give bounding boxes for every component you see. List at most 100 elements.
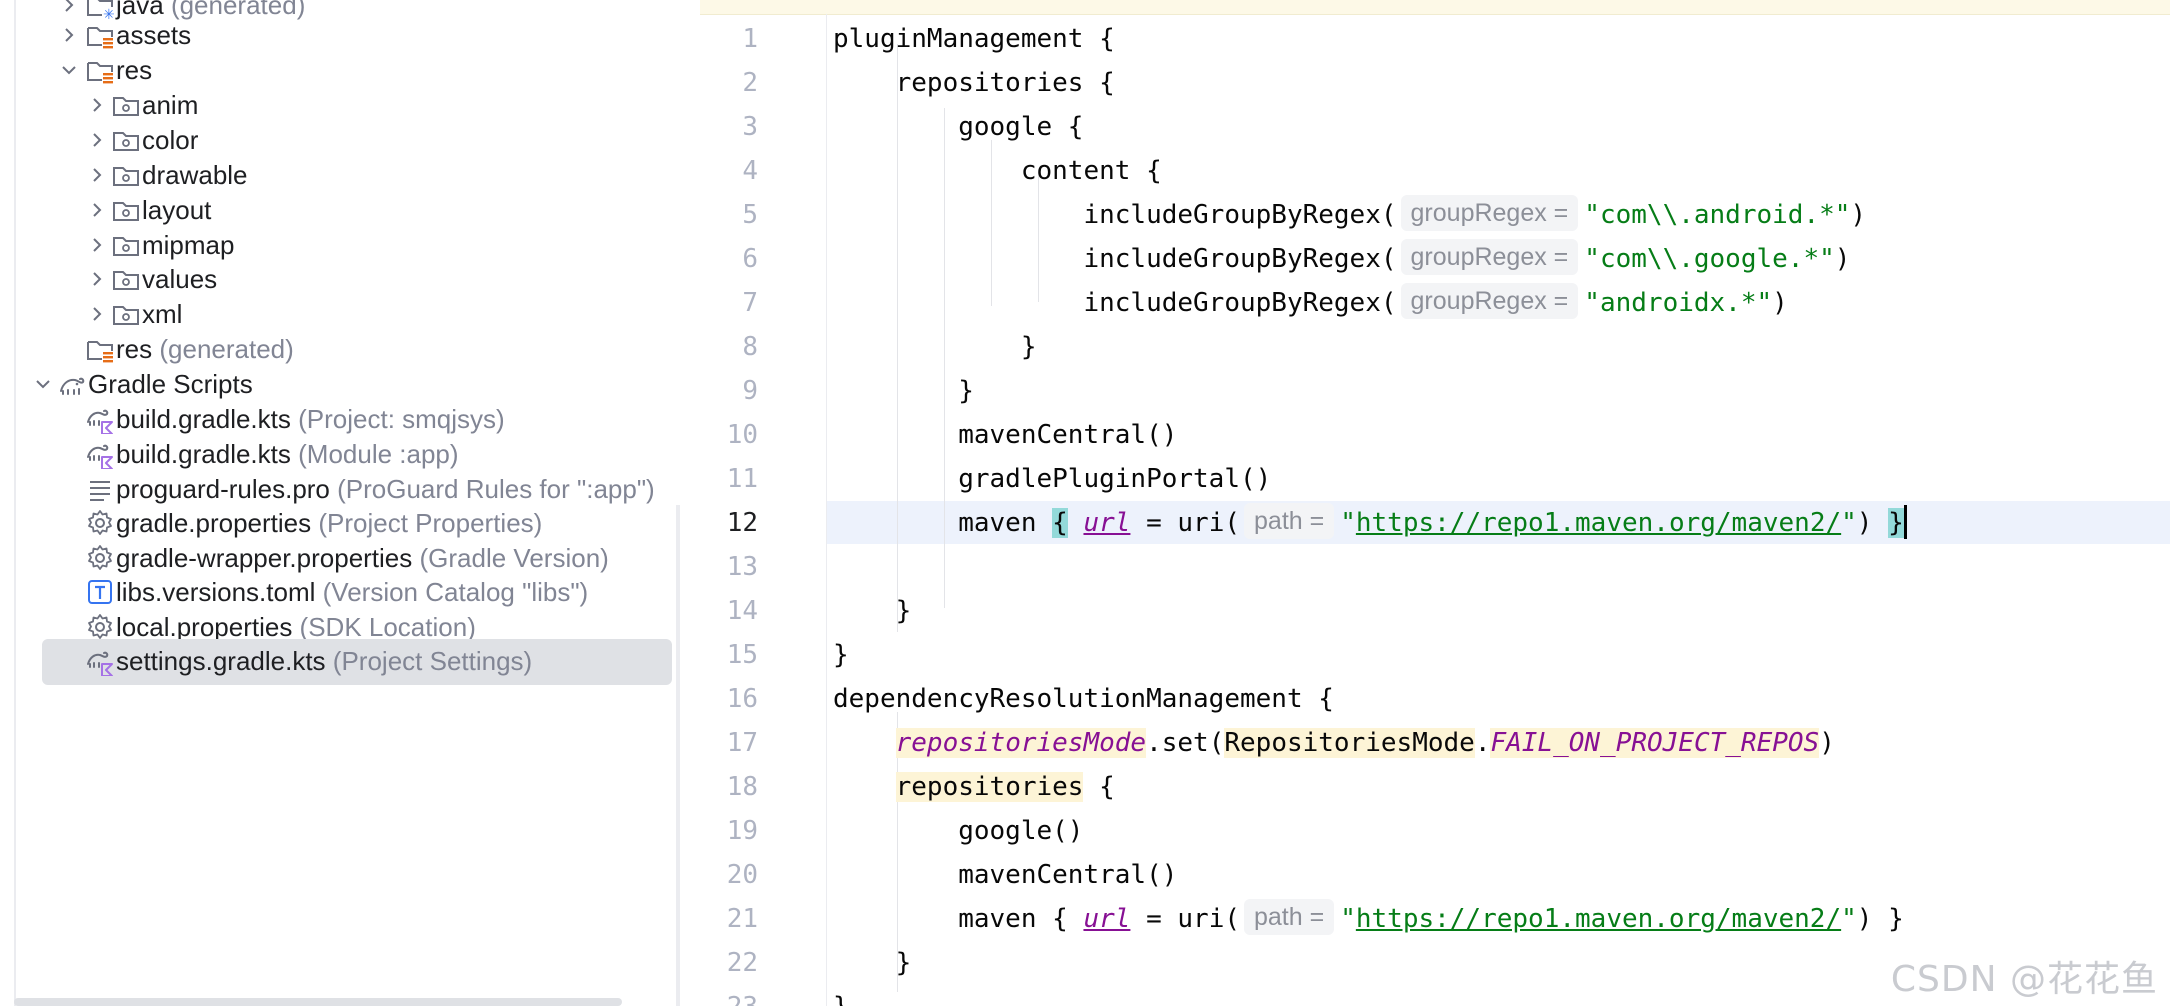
parameter-hint[interactable]: path =: [1244, 503, 1335, 539]
gradle-kts-icon: [84, 403, 116, 435]
folder-resources-icon: [84, 54, 116, 86]
tree-item-res[interactable]: res: [0, 50, 676, 90]
code-token: }: [833, 596, 912, 626]
parameter-hint[interactable]: groupRegex =: [1400, 239, 1579, 275]
tree-item-build-gradle-kts[interactable]: build.gradle.kts (Module :app): [0, 434, 676, 474]
tree-item-hint: (SDK Location): [299, 611, 476, 642]
code-token: ): [1772, 288, 1788, 318]
code-text[interactable]: mavenCentral(): [833, 413, 1177, 457]
parameter-hint[interactable]: path =: [1244, 899, 1335, 935]
gear-icon: [84, 542, 116, 574]
tree-item-color[interactable]: color: [0, 120, 676, 160]
chevron-down-icon[interactable]: [32, 373, 54, 395]
matched-brace: {: [1052, 508, 1068, 538]
tree-item-label: layout: [142, 195, 211, 226]
function-reference[interactable]: repositories: [895, 772, 1084, 802]
tree-item-name: gradle.properties: [116, 507, 312, 538]
parameter-hint[interactable]: groupRegex =: [1400, 283, 1579, 319]
line-number: 6: [742, 244, 758, 274]
code-text[interactable]: }: [833, 985, 849, 1006]
line-number: 19: [726, 816, 758, 846]
tree-item-name: libs.versions.toml: [116, 576, 316, 607]
chevron-right-icon[interactable]: [86, 303, 108, 325]
code-text[interactable]: mavenCentral(): [833, 853, 1177, 897]
chevron-right-icon[interactable]: [86, 94, 108, 116]
line-number: 11: [726, 464, 758, 494]
code-text[interactable]: }: [833, 369, 974, 413]
code-text[interactable]: }: [833, 633, 849, 677]
tree-item-gradle-scripts[interactable]: Gradle Scripts: [0, 364, 676, 404]
tree-item-res[interactable]: res (generated): [0, 329, 676, 369]
property-reference[interactable]: repositoriesMode: [895, 728, 1147, 758]
code-text[interactable]: maven { url = uri(path = "https://repo1.m…: [833, 501, 1907, 545]
parameter-hint[interactable]: groupRegex =: [1400, 195, 1579, 231]
class-reference[interactable]: RepositoriesMode: [1224, 728, 1475, 758]
chevron-right-icon[interactable]: [58, 24, 80, 46]
tree-horizontal-scrollbar[interactable]: [14, 998, 622, 1006]
string-literal: "com\\.google.*": [1584, 244, 1835, 274]
tree-item-build-gradle-kts[interactable]: build.gradle.kts (Project: smqjsys): [0, 399, 676, 439]
tree-item-values[interactable]: values: [0, 259, 676, 299]
tree-item-libs-versions-toml[interactable]: libs.versions.toml (Version Catalog "lib…: [0, 572, 676, 612]
chevron-down-icon[interactable]: [58, 59, 80, 81]
code-text[interactable]: dependencyResolutionManagement {: [833, 677, 1334, 721]
constant-reference[interactable]: FAIL_ON_PROJECT_REPOS: [1490, 728, 1820, 758]
url-link[interactable]: https://repo1.maven.org/maven2/: [1356, 508, 1841, 538]
code-text[interactable]: }: [833, 325, 1037, 369]
tree-item-layout[interactable]: layout: [0, 190, 676, 230]
code-text[interactable]: repositoriesMode.set(RepositoriesMode.FA…: [833, 721, 1835, 765]
code-text[interactable]: content {: [833, 149, 1162, 193]
tree-item-name: xml: [142, 298, 183, 329]
chevron-right-icon[interactable]: [58, 0, 80, 16]
folder-icon: [110, 159, 142, 191]
tree-item-name: proguard-rules.pro: [116, 473, 330, 504]
tree-item-name: drawable: [142, 159, 248, 190]
tree-item-settings-gradle-kts[interactable]: settings.gradle.kts (Project Settings): [0, 639, 676, 685]
chevron-right-icon[interactable]: [86, 164, 108, 186]
code-text[interactable]: maven { url = uri(path = "https://repo1.m…: [833, 897, 1904, 941]
chevron-right-icon[interactable]: [86, 234, 108, 256]
tree-item-hint: (generated): [159, 333, 294, 364]
code-text[interactable]: repositories {: [833, 765, 1115, 809]
line-number: 5: [742, 200, 758, 230]
code-token: = uri(: [1130, 508, 1241, 538]
code-text[interactable]: includeGroupByRegex(groupRegex = "com\\.a…: [833, 193, 1866, 237]
code-token: includeGroupByRegex(: [833, 288, 1397, 318]
project-tree-panel: ✳ java (generated) assets res anim color drawa…: [0, 0, 680, 1006]
property-reference[interactable]: url: [1083, 904, 1130, 934]
property-reference[interactable]: url: [1083, 508, 1130, 538]
chevron-right-icon[interactable]: [86, 199, 108, 221]
gradle-kts-icon: [84, 645, 116, 677]
tree-item-name: build.gradle.kts: [116, 438, 291, 469]
chevron-right-icon[interactable]: [86, 129, 108, 151]
code-text[interactable]: includeGroupByRegex(groupRegex = "android…: [833, 281, 1788, 325]
code-token: ): [1856, 508, 1889, 538]
code-text[interactable]: }: [833, 941, 912, 985]
code-token: }: [833, 332, 1037, 362]
code-text[interactable]: repositories {: [833, 61, 1115, 105]
code-token: content {: [833, 156, 1162, 186]
code-text[interactable]: gradlePluginPortal(): [833, 457, 1271, 501]
tree-item-name: color: [142, 124, 199, 155]
chevron-right-icon[interactable]: [86, 268, 108, 290]
tree-item-name: res: [116, 333, 153, 364]
code-token: mavenCentral(): [833, 420, 1178, 450]
tree-item-anim[interactable]: anim: [0, 85, 676, 125]
code-line: 15}: [700, 633, 2170, 677]
tree-item-assets[interactable]: assets: [0, 15, 676, 55]
code-text[interactable]: }: [833, 589, 912, 633]
code-line: 21 maven { url = uri(path = "https://repo…: [700, 897, 2170, 941]
code-text[interactable]: includeGroupByRegex(groupRegex = "com\\.g…: [833, 237, 1850, 281]
code-text[interactable]: google(): [833, 809, 1083, 853]
code-line: 19 google(): [700, 809, 2170, 853]
tree-item-gradle-properties[interactable]: gradle.properties (Project Properties): [0, 503, 676, 543]
url-link[interactable]: https://repo1.maven.org/maven2/: [1356, 904, 1841, 934]
tree-item-drawable[interactable]: drawable: [0, 155, 676, 195]
tree-vertical-scrollbar[interactable]: [676, 505, 680, 1006]
line-number: 1: [742, 24, 758, 54]
code-text[interactable]: pluginManagement {: [833, 17, 1115, 61]
tree-item-label: build.gradle.kts (Project: smqjsys): [116, 404, 505, 435]
code-editor[interactable]: 1 pluginManagement { 2 repositories { 3 g…: [700, 0, 2170, 1006]
code-text[interactable]: google {: [833, 105, 1083, 149]
tree-item-xml[interactable]: xml: [0, 294, 676, 334]
